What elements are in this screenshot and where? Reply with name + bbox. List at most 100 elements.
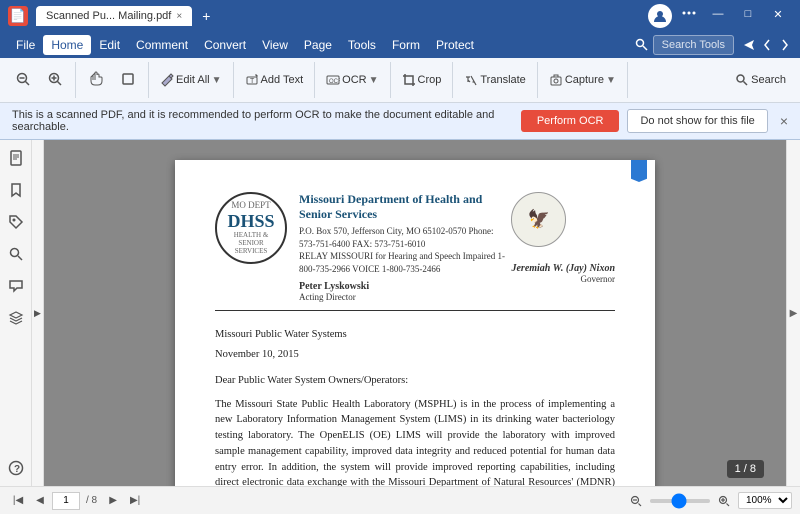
- director-name: Peter Lyskowski: [299, 281, 511, 292]
- new-tab-btn[interactable]: +: [194, 4, 218, 28]
- zoom-out-icon: [15, 71, 31, 90]
- menu-file[interactable]: File: [8, 35, 43, 55]
- add-text-icon: T: [245, 73, 259, 87]
- panel-comments-icon[interactable]: [4, 274, 28, 298]
- pdf-header: MO DEPT DHSS HEALTH &SENIORSERVICES Miss…: [215, 192, 615, 311]
- zoom-out-bottom-btn[interactable]: [626, 491, 646, 511]
- select-btn[interactable]: [113, 67, 143, 94]
- ocr-banner: This is a scanned PDF, and it is recomme…: [0, 103, 800, 140]
- maximize-btn[interactable]: □: [734, 4, 762, 24]
- org-address: P.O. Box 570, Jefferson City, MO 65102-0…: [299, 225, 511, 250]
- panel-pages-icon[interactable]: [4, 146, 28, 170]
- next-page-btn[interactable]: ▶: [103, 491, 123, 511]
- panel-tags-icon[interactable]: [4, 210, 28, 234]
- ocr-banner-text: This is a scanned PDF, and it is recomme…: [12, 109, 513, 133]
- menubar: File Home Edit Comment Convert View Page…: [0, 32, 800, 58]
- send-icon[interactable]: [742, 38, 756, 52]
- zoom-out-btn[interactable]: [8, 67, 38, 94]
- org-name: Missouri Department of Health and Senior…: [299, 192, 511, 222]
- tab-close-btn[interactable]: ×: [176, 11, 182, 22]
- right-scroll-btn[interactable]: ▶: [786, 140, 800, 486]
- user-avatar: [648, 4, 672, 28]
- left-panel-expand-btn[interactable]: ▶: [32, 140, 44, 486]
- zoom-in-icon: [47, 71, 63, 90]
- tab-bar: Scanned Pu... Mailing.pdf × +: [36, 4, 218, 28]
- translate-btn[interactable]: Translate: [458, 69, 531, 91]
- dismiss-ocr-button[interactable]: Do not show for this file: [627, 109, 767, 133]
- add-text-btn[interactable]: T Add Text: [239, 69, 310, 91]
- search-tools-input[interactable]: Search Tools: [653, 35, 734, 55]
- page-nav: |◀ ◀ / 8 ▶ ▶|: [8, 491, 145, 511]
- crop-btn[interactable]: Crop: [396, 69, 448, 91]
- zoom-select[interactable]: 100% 75% 125% 150%: [738, 492, 792, 509]
- dots-icon[interactable]: [680, 4, 698, 22]
- sep5: [390, 62, 391, 98]
- search-btn[interactable]: Search: [729, 69, 792, 91]
- active-tab[interactable]: Scanned Pu... Mailing.pdf ×: [36, 6, 192, 26]
- sep1: [75, 62, 76, 98]
- forward-icon[interactable]: [778, 38, 792, 52]
- back-icon[interactable]: [760, 38, 774, 52]
- sep4: [314, 62, 315, 98]
- prev-page-btn[interactable]: ◀: [30, 491, 50, 511]
- logo-text: DHSS: [227, 211, 274, 233]
- governor-name: Jeremiah W. (Jay) Nixon: [511, 263, 615, 274]
- panel-search-icon[interactable]: [4, 242, 28, 266]
- menu-comment[interactable]: Comment: [128, 35, 196, 55]
- translate-icon: [464, 73, 478, 87]
- ocr-close-btn[interactable]: ×: [780, 113, 788, 129]
- select-icon: [120, 71, 136, 90]
- menu-home[interactable]: Home: [43, 35, 91, 55]
- zoom-area: 100% 75% 125% 150%: [626, 491, 792, 511]
- app-icon: 📄: [8, 6, 28, 26]
- pdf-page: MO DEPT DHSS HEALTH &SENIORSERVICES Miss…: [175, 160, 655, 486]
- menu-form[interactable]: Form: [384, 35, 428, 55]
- panel-bookmarks-icon[interactable]: [4, 178, 28, 202]
- ribbon: Edit All ▼ T Add Text OCR OCR ▼ Crop Tra…: [0, 58, 800, 103]
- pdf-recipient: Missouri Public Water Systems: [215, 327, 615, 343]
- edit-all-btn[interactable]: Edit All ▼: [154, 69, 228, 91]
- last-page-btn[interactable]: ▶|: [125, 491, 145, 511]
- pdf-date: November 10, 2015: [215, 347, 615, 363]
- page-total: / 8: [86, 495, 97, 506]
- hand-tool-btn[interactable]: [81, 67, 111, 94]
- panel-layers-icon[interactable]: [4, 306, 28, 330]
- pdf-salutation: Dear Public Water System Owners/Operator…: [215, 373, 615, 389]
- menu-page[interactable]: Page: [296, 35, 340, 55]
- menu-view[interactable]: View: [254, 35, 296, 55]
- pdf-header-text: Missouri Department of Health and Senior…: [299, 192, 511, 302]
- menu-protect[interactable]: Protect: [428, 35, 482, 55]
- page-number-input[interactable]: [52, 492, 80, 510]
- crop-icon: [402, 73, 416, 87]
- zoom-slider[interactable]: [650, 499, 710, 503]
- org-relay: RELAY MISSOURI for Hearing and Speech Im…: [299, 250, 511, 275]
- ocr-btn[interactable]: OCR OCR ▼: [320, 69, 384, 91]
- bottom-bar: |◀ ◀ / 8 ▶ ▶| 100% 75% 125% 150%: [0, 486, 800, 514]
- close-btn[interactable]: ✕: [764, 4, 792, 24]
- search-tools-icon: [635, 38, 649, 52]
- svg-text:?: ?: [14, 464, 20, 475]
- capture-icon: [549, 73, 563, 87]
- help-icon[interactable]: ?: [4, 456, 28, 480]
- pdf-bookmark: [631, 160, 647, 182]
- first-page-btn[interactable]: |◀: [8, 491, 28, 511]
- governor-title: Governor: [511, 274, 615, 284]
- zoom-in-bottom-btn[interactable]: [714, 491, 734, 511]
- pdf-body: Missouri Public Water Systems November 1…: [215, 327, 615, 486]
- menu-tools[interactable]: Tools: [340, 35, 384, 55]
- perform-ocr-button[interactable]: Perform OCR: [521, 110, 620, 132]
- minimize-btn[interactable]: —: [704, 4, 732, 24]
- edit-icon: [160, 73, 174, 87]
- main-area: ? ▶ MO DEPT DHSS HEALTH &SENIORSERVICES …: [0, 140, 800, 486]
- menu-edit[interactable]: Edit: [91, 35, 128, 55]
- pdf-org-logo: MO DEPT DHSS HEALTH &SENIORSERVICES: [215, 192, 287, 264]
- capture-btn[interactable]: Capture ▼: [543, 69, 622, 91]
- menu-convert[interactable]: Convert: [196, 35, 254, 55]
- sep6: [452, 62, 453, 98]
- sep2: [148, 62, 149, 98]
- zoom-in-btn[interactable]: [40, 67, 70, 94]
- page-indicator: 1 / 8: [727, 460, 764, 478]
- search-icon: [735, 73, 749, 87]
- sep8: [627, 62, 628, 98]
- pdf-header-right: 🦅 Jeremiah W. (Jay) Nixon Governor: [511, 192, 615, 284]
